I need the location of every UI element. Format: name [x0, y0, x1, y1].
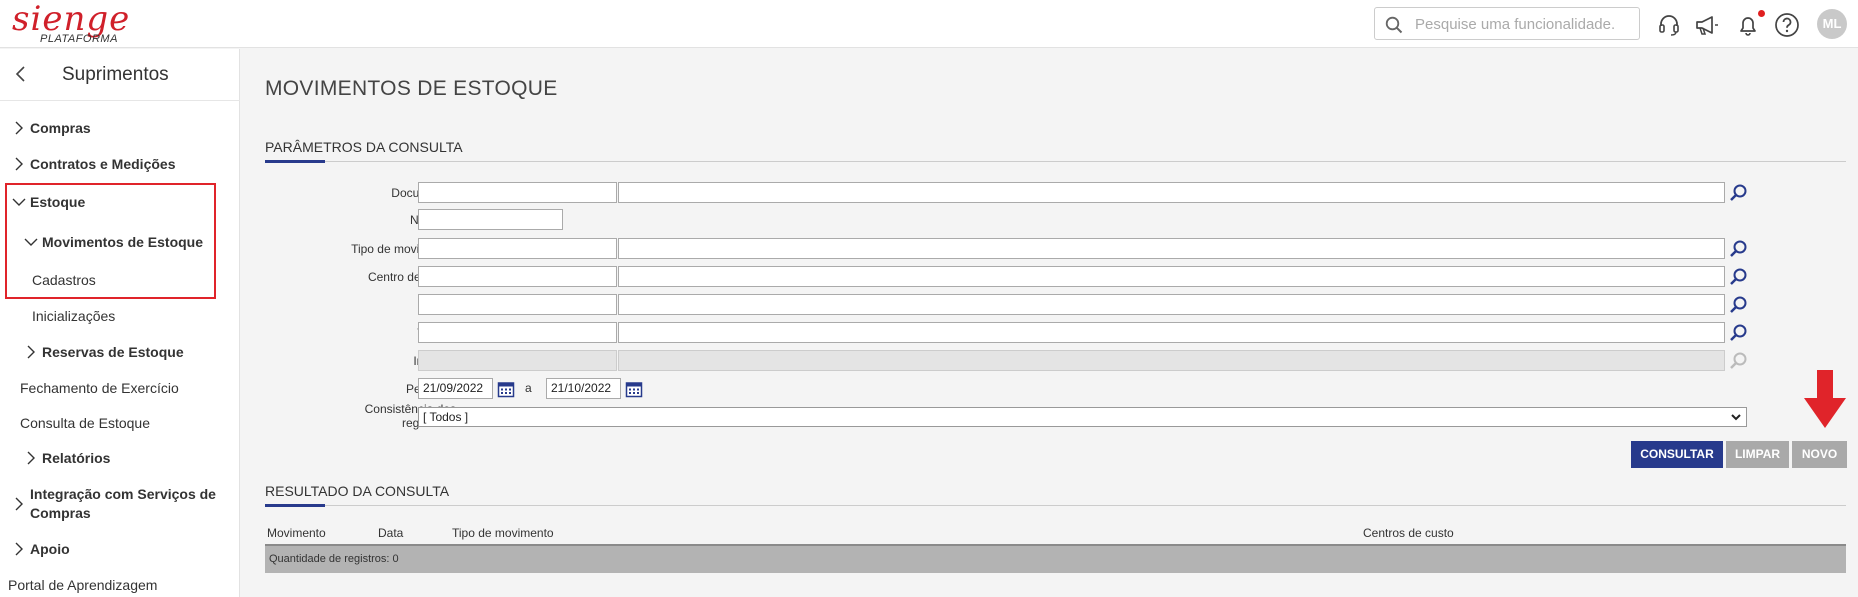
sidebar-item-label-continued: Compras — [30, 505, 91, 521]
sidebar-item-contratos[interactable]: Contratos e Medições — [12, 156, 175, 172]
result-footer: Quantidade de registros: 0 — [265, 544, 1846, 573]
back-chevron-icon[interactable] — [14, 65, 28, 83]
chevron-right-icon — [15, 497, 23, 511]
sidebar-item-label: Integração com Serviços de — [30, 486, 216, 502]
documento-code-field[interactable] — [418, 182, 617, 203]
megaphone-icon[interactable] — [1693, 12, 1719, 38]
sidebar: Suprimentos Compras Contratos e Medições… — [0, 49, 240, 597]
insumo-desc-field — [618, 350, 1725, 371]
sidebar-item-label: Relatórios — [42, 450, 111, 466]
obra-code-field[interactable] — [418, 294, 617, 315]
params-accent — [265, 160, 325, 163]
calendar-icon[interactable] — [625, 380, 643, 398]
sidebar-item-fechamento[interactable]: Fechamento de Exercício — [20, 380, 179, 396]
annotation-highlight-box — [5, 183, 216, 299]
result-section-title: RESULTADO DA CONSULTA — [265, 483, 450, 499]
sidebar-item-reservas[interactable]: Reservas de Estoque — [24, 344, 184, 360]
consultar-button[interactable]: CONSULTAR — [1631, 441, 1723, 468]
sidebar-item-inicializacoes[interactable]: Inicializações — [32, 308, 115, 324]
chevron-right-icon — [15, 542, 23, 556]
sidebar-header: Suprimentos — [0, 49, 240, 101]
bell-icon[interactable] — [1735, 12, 1761, 38]
sidebar-item-integracao[interactable]: Integração com Serviços de Compras — [12, 485, 216, 523]
documento-lookup-icon[interactable] — [1729, 183, 1749, 203]
column-header-tipo-movimento[interactable]: Tipo de movimento — [452, 526, 554, 540]
periodo-separator: a — [525, 381, 532, 395]
tipo-movimento-code-field[interactable] — [418, 238, 617, 259]
annotation-arrow-icon — [1804, 370, 1846, 428]
search-box[interactable] — [1374, 7, 1640, 40]
column-header-data[interactable]: Data — [378, 526, 403, 540]
limpar-button[interactable]: LIMPAR — [1726, 441, 1789, 468]
calendar-icon[interactable] — [497, 380, 515, 398]
tabela-desc-field[interactable] — [618, 322, 1725, 343]
centro-custo-code-field[interactable] — [418, 266, 617, 287]
result-accent — [265, 504, 325, 507]
tipo-movimento-lookup-icon[interactable] — [1729, 239, 1749, 259]
top-bar: sienge PLATAFORMA ML — [0, 0, 1858, 48]
tabela-code-field[interactable] — [418, 322, 617, 343]
result-count: Quantidade de registros: 0 — [269, 553, 399, 565]
headset-icon[interactable] — [1656, 12, 1682, 38]
insumo-lookup-icon — [1730, 352, 1747, 369]
consistencia-value: [ Todos ] — [423, 410, 469, 424]
logo-subtitle: PLATAFORMA — [40, 33, 118, 45]
sidebar-item-label: Reservas de Estoque — [42, 344, 184, 360]
sidebar-title: Suprimentos — [62, 64, 169, 85]
params-section-title: PARÂMETROS DA CONSULTA — [265, 139, 463, 155]
sidebar-item-compras[interactable]: Compras — [12, 120, 91, 136]
centro-custo-desc-field[interactable] — [618, 266, 1725, 287]
sidebar-item-label: Consulta de Estoque — [20, 415, 150, 431]
numero-field[interactable] — [418, 209, 563, 230]
result-divider — [265, 505, 1846, 506]
sidebar-item-label: Portal de Aprendizagem — [8, 577, 158, 593]
sidebar-item-portal[interactable]: Portal de Aprendizagem — [8, 577, 157, 593]
sidebar-item-label: Apoio — [30, 541, 70, 557]
chevron-right-icon — [15, 157, 23, 171]
help-icon[interactable] — [1774, 12, 1800, 38]
chevron-right-icon — [15, 121, 23, 135]
params-divider — [265, 161, 1846, 162]
sidebar-item-apoio[interactable]: Apoio — [12, 541, 70, 557]
logo-text: sienge — [12, 0, 131, 39]
periodo-fim-field[interactable]: 21/10/2022 — [546, 378, 621, 399]
column-header-centros-custo[interactable]: Centros de custo — [1363, 526, 1454, 540]
chevron-right-icon — [27, 345, 35, 359]
notification-dot — [1758, 10, 1765, 17]
tipo-movimento-desc-field[interactable] — [618, 238, 1725, 259]
sidebar-item-label: Compras — [30, 120, 91, 136]
chevron-down-icon — [1731, 414, 1741, 421]
novo-button[interactable]: NOVO — [1792, 441, 1847, 468]
centro-custo-lookup-icon[interactable] — [1729, 267, 1749, 287]
page-title: MOVIMENTOS DE ESTOQUE — [265, 77, 558, 100]
documento-desc-field[interactable] — [618, 182, 1725, 203]
avatar[interactable]: ML — [1817, 9, 1847, 39]
insumo-code-field — [418, 350, 617, 371]
logo[interactable]: sienge PLATAFORMA — [12, 0, 131, 45]
consistencia-select[interactable]: [ Todos ] — [418, 407, 1747, 427]
sidebar-item-label: Fechamento de Exercício — [20, 380, 179, 396]
obra-desc-field[interactable] — [618, 294, 1725, 315]
main-content: MOVIMENTOS DE ESTOQUE PARÂMETROS DA CONS… — [241, 49, 1858, 597]
column-header-movimento[interactable]: Movimento — [267, 526, 326, 540]
chevron-right-icon — [27, 451, 35, 465]
sidebar-item-relatorios[interactable]: Relatórios — [24, 450, 110, 466]
sidebar-item-consulta-estoque[interactable]: Consulta de Estoque — [20, 415, 150, 431]
search-icon — [1385, 16, 1403, 34]
tabela-lookup-icon[interactable] — [1729, 323, 1749, 343]
periodo-inicio-field[interactable]: 21/09/2022 — [418, 378, 493, 399]
search-input[interactable] — [1415, 14, 1633, 34]
sidebar-item-label: Contratos e Medições — [30, 156, 176, 172]
sidebar-item-label: Inicializações — [32, 308, 116, 324]
obra-lookup-icon[interactable] — [1729, 295, 1749, 315]
